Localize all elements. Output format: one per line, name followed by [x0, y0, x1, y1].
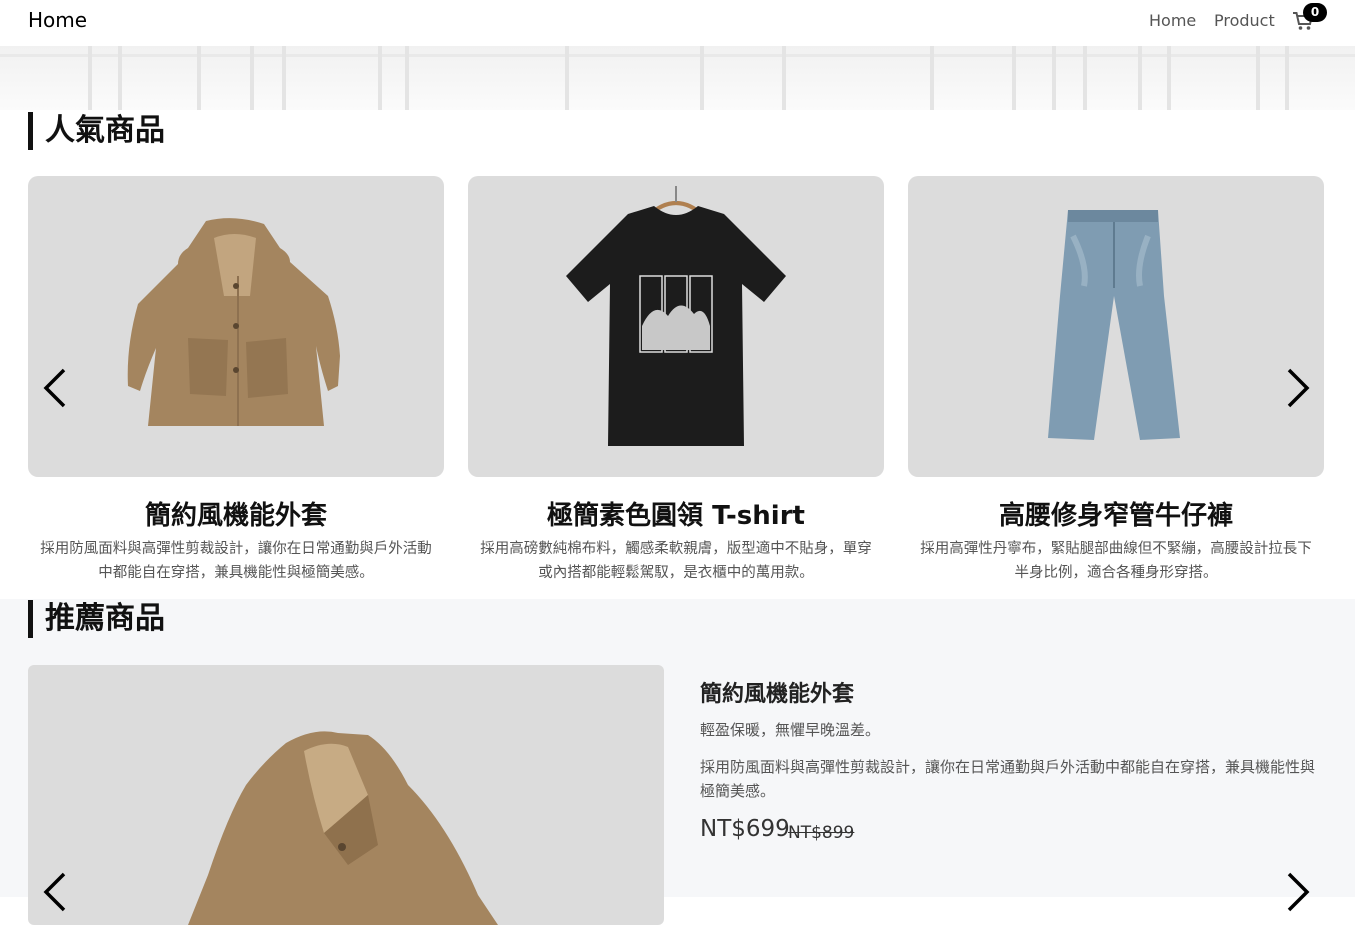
product-description: 採用高磅數純棉布料，觸感柔軟親膚，版型適中不貼身，單穿或內搭都能輕鬆駕馭，是衣櫃…	[480, 541, 872, 581]
chevron-right-icon[interactable]	[1283, 368, 1313, 408]
chevron-right-icon[interactable]	[1283, 872, 1313, 912]
recommended-product-name[interactable]: 簡約風機能外套	[700, 676, 854, 708]
recommended-product-description: 採用防風面料與高彈性剪裁設計，讓你在日常通勤與戶外活動中都能自在穿搭，兼具機能性…	[700, 758, 1316, 800]
cart-count-badge: 0	[1303, 3, 1327, 22]
product-image-tshirt[interactable]	[468, 176, 884, 477]
recommended-product-image[interactable]	[28, 665, 664, 925]
recommended-product-subtitle: 輕盈保暖，無懼早晚溫差。	[700, 721, 881, 739]
product-name[interactable]: 簡約風機能外套	[28, 497, 444, 535]
product-name[interactable]: 高腰修身窄管牛仔褲	[908, 497, 1324, 535]
recommended-section-title: 推薦商品	[28, 600, 165, 638]
product-description: 採用防風面料與高彈性剪裁設計，讓你在日常通勤與戶外活動中都能自在穿搭，兼具機能性…	[40, 541, 432, 581]
hero-banner	[0, 46, 1355, 110]
recommended-product-price: NT$699	[700, 816, 790, 842]
product-description: 採用高彈性丹寧布，緊貼腿部曲線但不緊繃，高腰設計拉長下半身比例，適合各種身形穿搭…	[920, 541, 1312, 581]
nav-link-home[interactable]: Home	[1149, 11, 1196, 30]
brand-link[interactable]: Home	[28, 8, 87, 32]
chevron-left-icon[interactable]	[40, 368, 70, 408]
product-image-coat[interactable]	[28, 176, 444, 477]
product-name[interactable]: 極簡素色圓領 T-shirt	[468, 497, 884, 535]
navbar: Home Home Product 0	[0, 0, 1355, 46]
popular-section-title: 人氣商品	[28, 112, 165, 150]
chevron-left-icon[interactable]	[40, 872, 70, 912]
recommended-product-original-price: NT$899	[788, 823, 855, 843]
nav-link-product[interactable]: Product	[1214, 11, 1275, 30]
product-image-jeans[interactable]	[908, 176, 1324, 477]
